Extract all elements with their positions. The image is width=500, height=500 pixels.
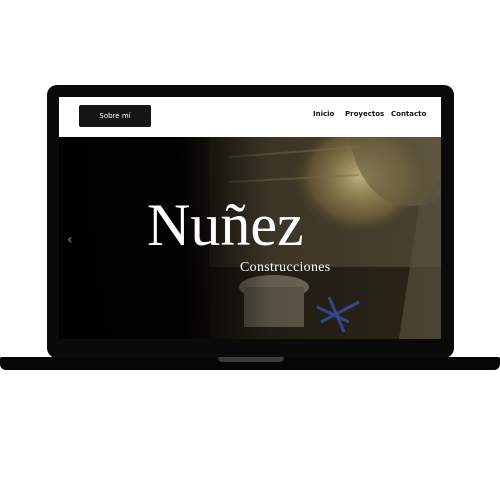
- about-button[interactable]: Sobre mí: [79, 105, 151, 127]
- nav-link-contacto[interactable]: Contacto: [391, 110, 426, 118]
- nav-link-proyectos[interactable]: Proyectos: [345, 110, 384, 118]
- laptop-notch: [218, 357, 284, 362]
- website-screen: Sobre mí Inicio Proyectos Contacto Nuñez…: [59, 97, 441, 339]
- brand-title: Nuñez: [147, 192, 304, 258]
- hero-banner: Nuñez Construcciones ‹: [59, 137, 441, 339]
- nav-link-inicio[interactable]: Inicio: [313, 110, 334, 118]
- chevron-left-icon[interactable]: ‹: [67, 232, 73, 248]
- brand-subtitle: Construcciones: [240, 260, 331, 275]
- top-navbar: Sobre mí Inicio Proyectos Contacto: [59, 97, 441, 137]
